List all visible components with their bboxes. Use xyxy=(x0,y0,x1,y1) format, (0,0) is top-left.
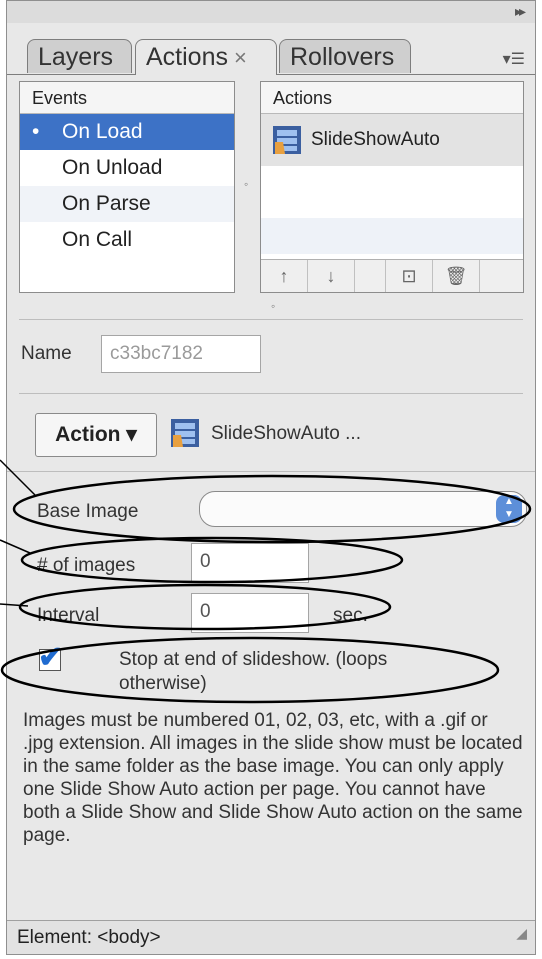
action-item-slideshowauto[interactable]: SlideShowAuto xyxy=(261,114,523,166)
events-list: Events On Load On Unload On Parse On Cal… xyxy=(19,81,235,293)
divider-1 xyxy=(19,319,523,320)
actions-empty-row xyxy=(261,218,523,254)
actions-header: Actions xyxy=(261,82,523,114)
horizontal-splitter-handle[interactable]: ◦ xyxy=(271,299,275,313)
base-image-label: Base Image xyxy=(37,501,139,522)
current-action-icon xyxy=(169,417,201,449)
tab-layers-label: Layers xyxy=(38,43,114,71)
move-up-icon[interactable]: ↑ xyxy=(261,260,308,292)
name-field[interactable]: c33bc7182 xyxy=(101,335,261,373)
event-on-load[interactable]: On Load xyxy=(20,114,234,150)
toolbar-spacer xyxy=(355,260,386,292)
num-images-field[interactable]: 0 xyxy=(191,543,309,583)
interval-label: Interval xyxy=(37,605,100,626)
move-down-icon[interactable]: ↓ xyxy=(308,260,355,292)
vertical-splitter-handle[interactable]: ◦ xyxy=(244,177,248,191)
action-item-label: SlideShowAuto xyxy=(311,129,440,150)
collapse-panel-icon[interactable]: ▸▸ xyxy=(515,3,526,20)
interval-unit-label: sec. xyxy=(333,605,368,626)
slideshow-action-icon xyxy=(271,124,303,156)
duplicate-action-icon[interactable]: ⊡ xyxy=(386,260,433,292)
actions-panel: ▸▸ ▾☰ Layers Actions× Rollovers Events O… xyxy=(6,0,536,955)
actions-list: Actions SlideShowAuto ↑ ↓ ⊡ 🗑 xyxy=(260,81,524,293)
tab-rollovers-label: Rollovers xyxy=(290,43,395,71)
tab-actions-label: Actions xyxy=(146,43,228,71)
panel-title-bar: ▸▸ xyxy=(7,1,535,23)
base-image-select[interactable]: ▲ ▼ xyxy=(199,491,527,527)
event-on-call[interactable]: On Call xyxy=(20,222,234,258)
help-description: Images must be numbered 01, 02, 03, etc,… xyxy=(23,710,523,846)
delete-action-icon[interactable]: 🗑 xyxy=(433,260,480,292)
stop-at-end-label-line2: otherwise) xyxy=(119,673,207,694)
events-header: Events xyxy=(20,82,234,114)
status-element-text: Element: <body> xyxy=(17,927,161,948)
current-action-label: SlideShowAuto ... xyxy=(211,423,361,444)
tab-actions[interactable]: Actions × xyxy=(135,39,277,75)
interval-field[interactable]: 0 xyxy=(191,593,309,633)
name-label: Name xyxy=(21,343,72,364)
select-stepper-icon[interactable]: ▲ ▼ xyxy=(496,495,522,523)
panel-menu-icon[interactable]: ▾☰ xyxy=(503,49,525,69)
status-bar: Element: <body> ◢ xyxy=(7,920,535,954)
stop-at-end-checkbox[interactable]: ✔ xyxy=(38,641,63,674)
divider-3 xyxy=(7,471,535,472)
stop-at-end-label-line1: Stop at end of slideshow. (loops xyxy=(119,649,388,670)
tab-rollovers[interactable]: Rollovers xyxy=(279,39,411,73)
event-on-unload[interactable]: On Unload xyxy=(20,150,234,186)
resize-grip-icon[interactable]: ◢ xyxy=(516,916,527,950)
actions-toolbar: ↑ ↓ ⊡ 🗑 xyxy=(261,259,523,292)
close-tab-icon[interactable]: × xyxy=(234,45,247,70)
action-menu-button[interactable]: Action ▾ xyxy=(35,413,157,457)
checkmark-icon: ✔ xyxy=(38,641,64,674)
event-on-parse[interactable]: On Parse xyxy=(20,186,234,222)
divider-2 xyxy=(19,393,523,394)
tab-layers[interactable]: Layers xyxy=(27,39,132,73)
num-images-label: # of images xyxy=(37,555,136,576)
